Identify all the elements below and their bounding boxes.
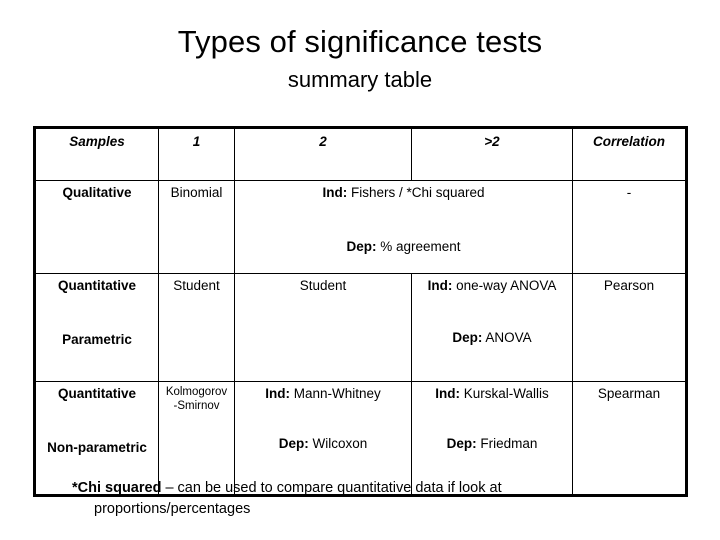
independent-line: Ind: Mann-Whitney [239,386,407,403]
row-label-line1: Quantitative [57,278,136,293]
dependent-line: Dep: Wilcoxon [239,436,407,453]
column-header-two: 2 [234,127,412,181]
cell-spacer [416,403,568,436]
summary-table-wrapper: Samples 1 2 >2 Correlation Qualitative B… [33,126,688,497]
cell-parametric-correlation: Pearson [572,273,687,382]
cell-qualitative-correlation: - [572,180,687,274]
dependent-line: Dep: % agreement [239,239,568,256]
dep-text: % agreement [380,238,461,254]
cell-text-line2: -Smirnov [173,399,220,412]
page-subtitle: summary table [287,66,433,92]
ind-text: Mann-Whitney [293,386,381,401]
cell-parametric-one: Student [158,273,235,382]
cell-qualitative-one: Binomial [158,180,235,274]
dependent-line: Dep: ANOVA [416,330,568,347]
row-label-line1: Quantitative [57,386,136,401]
row-label-quantitative-parametric: Quantitative Parametric [34,273,159,382]
independent-line: Ind: one-way ANOVA [416,278,568,295]
dep-tag: Dep: [446,435,477,451]
column-header-gt2: >2 [411,127,573,181]
summary-table: Samples 1 2 >2 Correlation Qualitative B… [33,126,688,497]
dep-text: Friedman [480,435,538,451]
ind-tag: Ind: [435,386,460,401]
ind-tag: Ind: [322,185,348,200]
row-label-qualitative: Qualitative [34,180,159,274]
cell-parametric-two: Student [234,273,412,382]
footnote: *Chi squared – can be used to compare qu… [72,478,662,520]
ind-text: one-way ANOVA [456,278,557,293]
cell-spacer [239,202,568,239]
table-header-row: Samples 1 2 >2 Correlation [34,127,687,181]
ind-text: Kurskal-Wallis [463,386,549,401]
dep-text: Wilcoxon [312,435,368,451]
ind-text: Fishers / *Chi squared [350,185,485,200]
footnote-bold-term: *Chi squared [72,480,162,496]
dep-tag: Dep: [278,435,309,451]
cell-spacer [239,403,407,436]
dep-tag: Dep: [452,329,483,345]
column-header-correlation: Correlation [572,127,687,181]
page-title: Types of significance tests [177,24,543,59]
table-row: Quantitative Parametric Student Student … [34,273,687,382]
cell-spacer [416,295,568,330]
footnote-rest: – can be used to compare quantitative da… [161,480,502,496]
column-header-samples: Samples [34,127,159,181]
ind-tag: Ind: [265,386,290,401]
cell-qualitative-two-and-gt2: Ind: Fishers / *Chi squared Dep: % agree… [234,180,573,274]
ind-tag: Ind: [427,278,453,293]
table-row: Qualitative Binomial Ind: Fishers / *Chi… [34,180,687,274]
row-label-line2: Non-parametric [47,439,147,455]
footnote-line2: proportions/percentages [94,501,251,518]
independent-line: Ind: Kurskal-Wallis [416,386,568,403]
dep-tag: Dep: [346,238,377,254]
cell-text-line1: Kolmogorov [165,386,228,398]
row-label-line2: Parametric [62,331,132,347]
cell-parametric-gt2: Ind: one-way ANOVA Dep: ANOVA [411,273,573,382]
dep-text: ANOVA [485,329,532,345]
title-block: Types of significance tests summary tabl… [0,0,720,92]
independent-line: Ind: Fishers / *Chi squared [239,185,568,202]
column-header-one: 1 [158,127,235,181]
dependent-line: Dep: Friedman [416,436,568,453]
